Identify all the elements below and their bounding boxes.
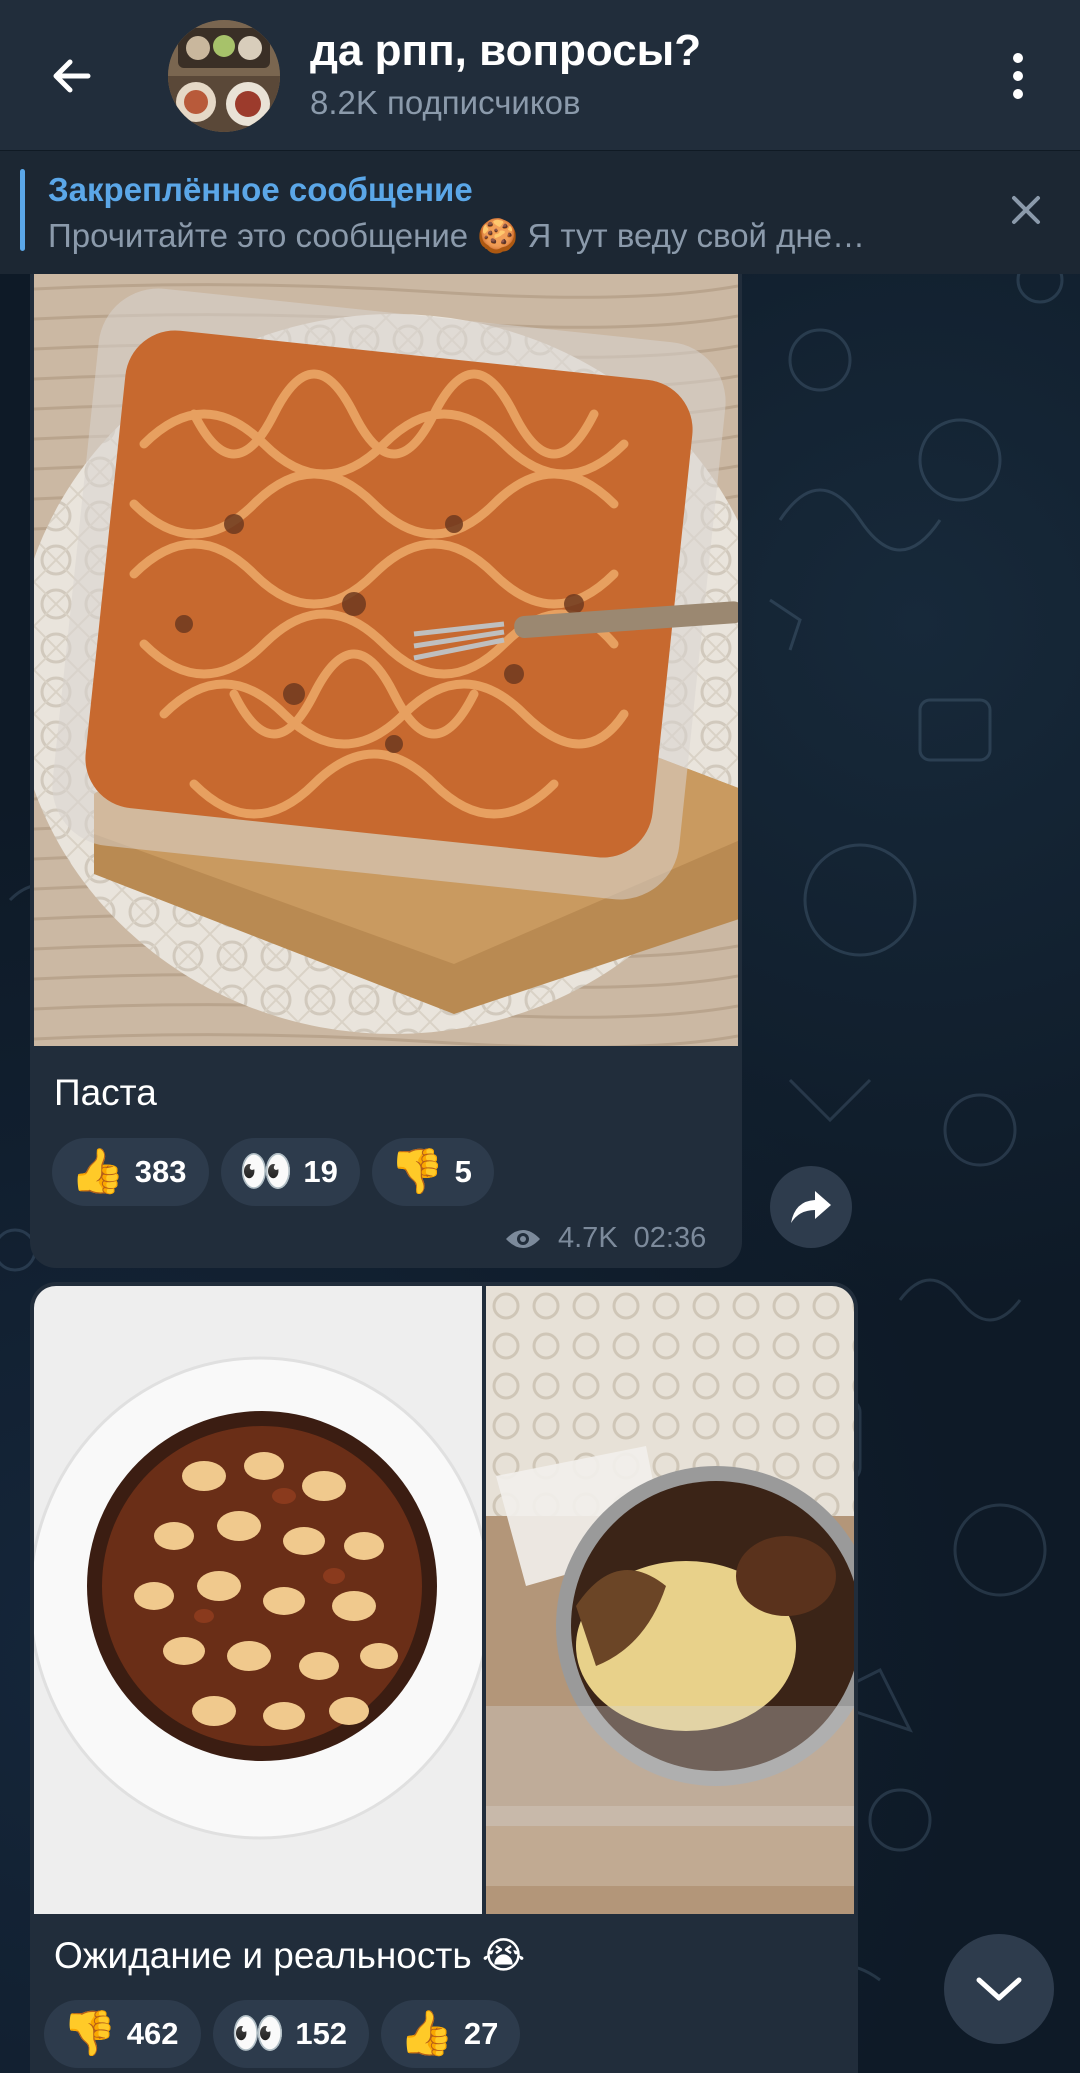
- reaction-count: 5: [454, 1154, 472, 1189]
- expectation-photo[interactable]: [34, 1286, 482, 1914]
- reaction-thumbs-down[interactable]: 👎 5: [371, 1138, 494, 1206]
- message-meta: 4.7K 02:36: [504, 1222, 706, 1255]
- pinned-indicator: [20, 169, 25, 251]
- reality-photo[interactable]: [486, 1286, 854, 1914]
- reaction-eyes[interactable]: 👀 19: [220, 1138, 360, 1206]
- back-button[interactable]: [40, 44, 104, 108]
- pasta-image: [34, 274, 738, 1046]
- thumbs-up-icon: 👍: [399, 2008, 454, 2059]
- share-icon: [791, 1191, 831, 1223]
- reactions-row: 👎 462 👀 152 👍 27: [44, 2000, 521, 2068]
- reaction-thumbs-down[interactable]: 👎 462: [44, 2000, 201, 2068]
- tart-image: [34, 1286, 482, 1914]
- message-caption: Ожидание и реальность 😭: [54, 1935, 526, 1976]
- thumbs-up-icon: 👍: [70, 1146, 125, 1197]
- thumbs-down-icon: 👎: [62, 2008, 117, 2059]
- eyes-icon: 👀: [238, 1146, 294, 1197]
- message-time: 02:36: [633, 1222, 707, 1254]
- eyes-icon: 👀: [230, 2008, 286, 2059]
- eye-icon: [506, 1229, 540, 1248]
- chat-header: да рпп, вопросы? 8.2K подписчиков: [0, 0, 1080, 150]
- reaction-count: 152: [295, 2016, 348, 2051]
- reaction-eyes[interactable]: 👀 152: [212, 2000, 370, 2068]
- thumbs-down-icon: 👎: [389, 1146, 445, 1197]
- view-count: 4.7K: [558, 1222, 618, 1254]
- share-button[interactable]: [770, 1166, 852, 1248]
- pinned-title: Закреплённое сообщение: [48, 171, 473, 208]
- pasta-photo[interactable]: [34, 274, 738, 1046]
- telegram-channel-screen: да рпп, вопросы? 8.2K подписчиков Закреп…: [0, 0, 1080, 2073]
- message-bubble[interactable]: Паста 👍 383 👀 19 👎 5 4.7K 02:36: [30, 274, 742, 1268]
- scroll-down-button[interactable]: [944, 1934, 1054, 2044]
- message-bubble[interactable]: Ожидание и реальность 😭 👎 462 👀 152 👍 27: [30, 1282, 858, 2073]
- pinned-message-bar[interactable]: Закреплённое сообщение Прочитайте это со…: [0, 150, 1080, 274]
- reaction-count: 27: [463, 2016, 499, 2051]
- channel-avatar[interactable]: [168, 20, 280, 132]
- reality-dessert-image: [486, 1286, 854, 1914]
- reaction-count: 462: [126, 2016, 179, 2051]
- reaction-thumbs-up[interactable]: 👍 27: [381, 2000, 521, 2068]
- arrow-left-icon: [53, 59, 91, 93]
- reaction-count: 19: [303, 1154, 338, 1189]
- subscriber-count: 8.2K подписчиков: [310, 84, 581, 121]
- message-caption: Паста: [54, 1072, 157, 1113]
- reaction-count: 383: [134, 1154, 187, 1189]
- more-vertical-icon[interactable]: [990, 44, 1046, 108]
- channel-title[interactable]: да рпп, вопросы?: [310, 26, 701, 76]
- chevron-down-icon: [976, 1977, 1022, 2001]
- pinned-text: Прочитайте это сообщение 🍪 Я тут веду св…: [48, 217, 865, 254]
- reaction-thumbs-up[interactable]: 👍 383: [52, 1138, 209, 1206]
- avatar-food-image: [168, 20, 280, 132]
- reactions-row: 👍 383 👀 19 👎 5: [52, 1138, 494, 1206]
- close-icon[interactable]: [1004, 188, 1048, 232]
